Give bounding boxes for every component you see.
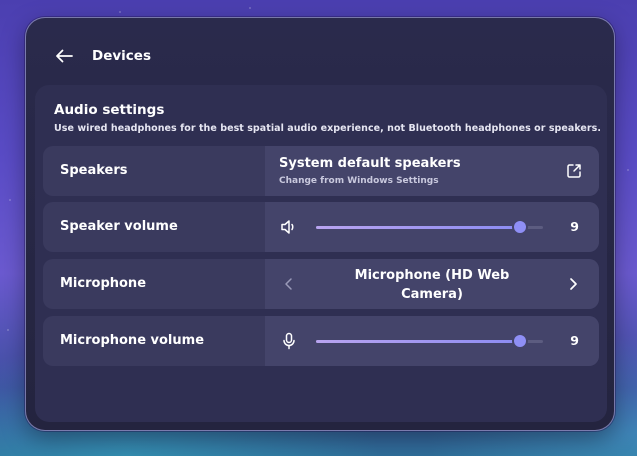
microphone-value: Microphone (HD Web Camera)	[354, 268, 510, 302]
chevron-left-icon	[285, 278, 292, 290]
page-title: Devices	[92, 48, 151, 64]
speakers-value: System default speakers	[279, 156, 461, 171]
back-button[interactable]	[54, 46, 74, 66]
external-link-icon	[567, 164, 581, 178]
speaker-volume-thumb[interactable]	[514, 221, 527, 233]
speaker-volume-label: Speaker volume	[60, 219, 178, 234]
microphone-volume-fill	[316, 340, 521, 343]
microphone-volume-control: 9	[265, 316, 599, 366]
microphone-volume-label: Microphone volume	[60, 333, 205, 348]
microphone-volume-thumb[interactable]	[514, 335, 527, 347]
microphone-volume-value: 9	[570, 333, 579, 348]
speaker-mute-button[interactable]	[279, 217, 299, 237]
speakers-label: Speakers	[60, 163, 128, 178]
devices-panel: Devices Audio settings Use wired headpho…	[25, 17, 615, 431]
microphone-mute-button[interactable]	[279, 331, 299, 351]
speakers-row: Speakers System default speakers Change …	[43, 146, 599, 196]
microphone-icon	[283, 332, 295, 350]
speaker-volume-fill	[316, 226, 521, 229]
microphone-selector: Microphone (HD Web Camera)	[265, 259, 599, 309]
panel-header: Devices	[54, 46, 151, 66]
external-link-button[interactable]	[565, 162, 583, 180]
microphone-next-button[interactable]	[563, 274, 583, 294]
speaker-volume-slider[interactable]	[316, 221, 543, 233]
speaker-volume-value: 9	[570, 219, 579, 234]
microphone-row: Microphone Microphone (HD Web Camera)	[43, 259, 599, 309]
speaker-volume-control: 9	[265, 202, 599, 252]
speakers-hint: Change from Windows Settings	[279, 176, 439, 186]
speaker-volume-row: Speaker volume 9	[43, 202, 599, 252]
chevron-right-icon	[570, 278, 577, 290]
speakers-control[interactable]: System default speakers Change from Wind…	[265, 146, 599, 196]
section-title: Audio settings	[54, 102, 165, 118]
microphone-prev-button[interactable]	[279, 274, 299, 294]
audio-settings-card: Audio settings Use wired headphones for …	[35, 85, 607, 422]
microphone-volume-slider[interactable]	[316, 335, 543, 347]
arrow-left-icon	[56, 49, 73, 63]
speaker-icon	[281, 220, 294, 234]
microphone-label: Microphone	[60, 276, 147, 291]
section-subtitle: Use wired headphones for the best spatia…	[54, 123, 602, 134]
microphone-volume-row: Microphone volume 9	[43, 316, 599, 366]
